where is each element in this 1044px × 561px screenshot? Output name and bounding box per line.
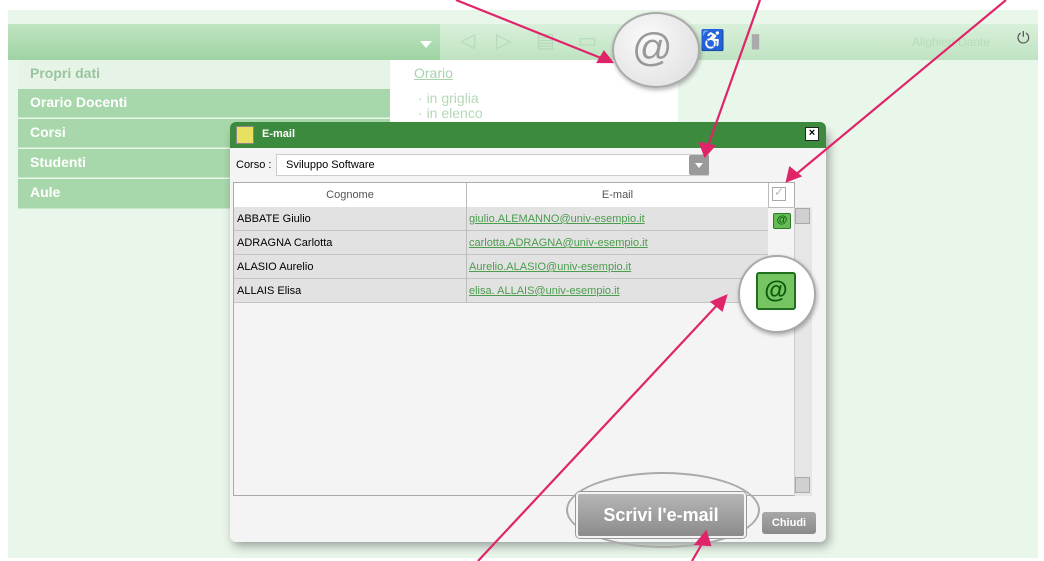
callout-arrowhead (693, 529, 712, 547)
callout-line-dropdown (706, 0, 762, 147)
callout-arrowhead (596, 50, 615, 64)
callout-lines (455, 0, 1007, 561)
callout-arrowhead (698, 141, 717, 159)
callout-line-email-icon (455, 0, 607, 62)
callout-arrowhead (785, 166, 803, 183)
callout-line-select-all (793, 0, 1007, 177)
callout-line-email-link (477, 301, 721, 561)
